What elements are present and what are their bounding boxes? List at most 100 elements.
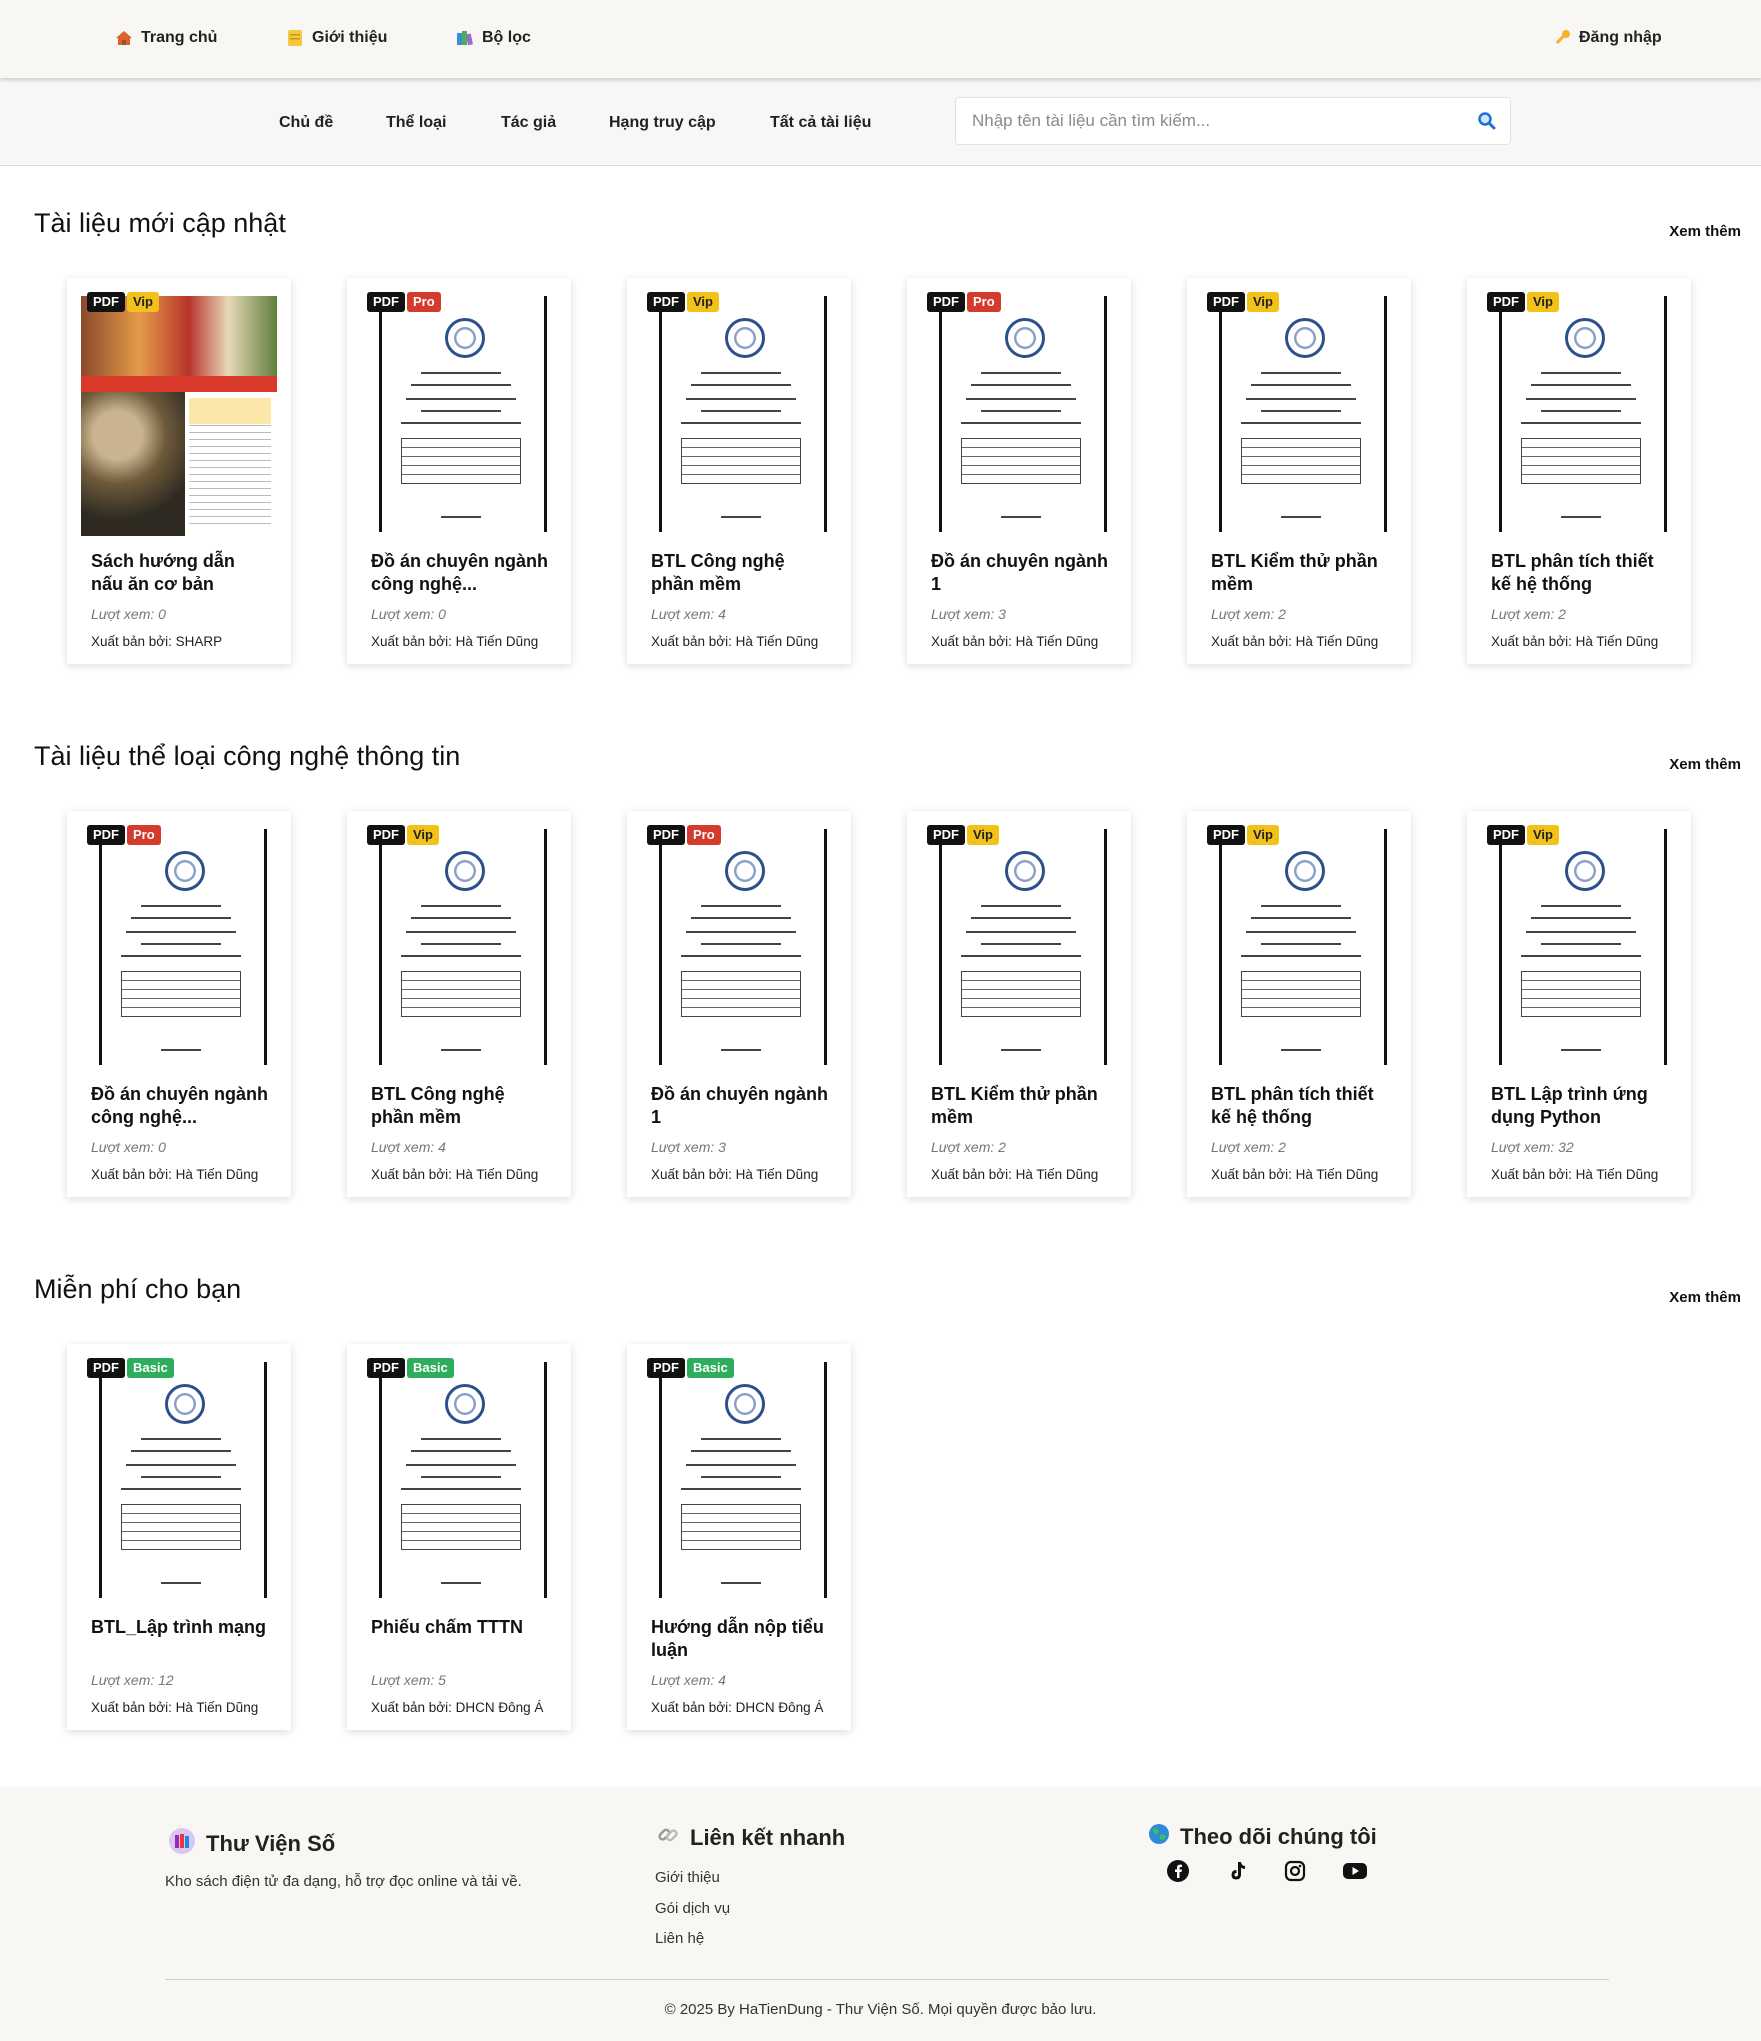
document-title[interactable]: Hướng dẫn nộp tiểu luận	[651, 1616, 831, 1662]
document-thumbnail[interactable]: PDF Vip	[641, 288, 837, 536]
footer-link-about[interactable]: Giới thiệu	[655, 1869, 720, 1886]
format-badge: PDF	[367, 292, 405, 312]
document-title[interactable]: BTL Công nghệ phần mềm	[371, 1083, 551, 1129]
document-thumbnail[interactable]: PDF Pro	[641, 821, 837, 1069]
document-title[interactable]: BTL Lập trình ứng dụng Python	[1491, 1083, 1671, 1129]
home-icon	[115, 29, 133, 47]
badge-group: PDF Vip	[87, 292, 159, 312]
document-title[interactable]: Đồ án chuyên ngành 1	[931, 550, 1111, 596]
instagram-icon[interactable]	[1283, 1859, 1307, 1883]
library-icon	[168, 1827, 196, 1861]
subnav-item-authors[interactable]: Tác giả	[501, 114, 556, 132]
cover-image	[81, 288, 277, 536]
search-icon[interactable]	[1476, 110, 1498, 132]
format-badge: PDF	[1207, 292, 1245, 312]
document-thumbnail[interactable]: PDF Pro	[361, 288, 557, 536]
tier-badge: Vip	[127, 292, 159, 312]
document-thumbnail[interactable]: PDF Vip	[361, 821, 557, 1069]
document-thumbnail[interactable]: PDF Vip	[1201, 288, 1397, 536]
document-card[interactable]: PDF Vip BTL phân tích thiết kế hệ thống Lượ…	[1467, 278, 1691, 664]
badge-group: PDF Vip	[1207, 825, 1279, 845]
youtube-icon[interactable]	[1342, 1859, 1367, 1883]
document-thumbnail[interactable]: PDF Basic	[361, 1354, 557, 1602]
document-title[interactable]: BTL Công nghệ phần mềm	[651, 550, 831, 596]
publisher: Xuất bản bởi: Hà Tiến Dũng	[1491, 634, 1659, 649]
document-thumbnail[interactable]: PDF Basic	[641, 1354, 837, 1602]
document-page-preview	[641, 288, 837, 536]
tier-badge: Vip	[407, 825, 439, 845]
search-input[interactable]	[956, 98, 1456, 144]
document-card[interactable]: PDF Pro Đồ án chuyên ngành 1 Lượt xem: 3 Xuấ…	[907, 278, 1131, 664]
document-title[interactable]: BTL phân tích thiết kế hệ thống	[1211, 1083, 1391, 1129]
document-card[interactable]: PDF Pro Đồ án chuyên ngành công nghệ... Lượ…	[347, 278, 571, 664]
subnav-item-all-documents[interactable]: Tất cả tài liệu	[770, 114, 871, 132]
document-title[interactable]: BTL_Lập trình mạng	[91, 1616, 271, 1639]
tier-badge: Vip	[1247, 292, 1279, 312]
document-card[interactable]: PDF Vip BTL Kiểm thử phần mềm Lượt xem: 2 Xu…	[1187, 278, 1411, 664]
footer-link-plans[interactable]: Gói dịch vụ	[655, 1900, 730, 1917]
document-thumbnail[interactable]: PDF Vip	[1201, 821, 1397, 1069]
tier-badge: Vip	[1247, 825, 1279, 845]
tier-badge: Pro	[407, 292, 441, 312]
view-count: Lượt xem: 12	[91, 1672, 174, 1688]
format-badge: PDF	[1207, 825, 1245, 845]
tiktok-icon[interactable]	[1225, 1859, 1249, 1883]
tier-badge: Vip	[1527, 292, 1559, 312]
document-title[interactable]: Sách hướng dẫn nấu ăn cơ bản	[91, 550, 271, 596]
document-thumbnail[interactable]: PDF Pro	[921, 288, 1117, 536]
nav-about-link[interactable]: Giới thiệu	[286, 29, 387, 47]
document-title[interactable]: Phiếu chấm TTTN	[371, 1616, 551, 1639]
subnav-item-genres[interactable]: Thể loại	[386, 114, 446, 132]
document-card[interactable]: PDF Basic BTL_Lập trình mạng Lượt xem: 12 Xu…	[67, 1344, 291, 1730]
document-title[interactable]: Đồ án chuyên ngành 1	[651, 1083, 831, 1129]
document-card[interactable]: PDF Pro Đồ án chuyên ngành 1 Lượt xem: 3 Xuấ…	[627, 811, 851, 1197]
document-page-preview	[1201, 288, 1397, 536]
document-thumbnail[interactable]: PDF Vip	[1481, 288, 1677, 536]
document-page-preview	[361, 821, 557, 1069]
see-more-link[interactable]: Xem thêm	[1669, 756, 1741, 773]
document-title[interactable]: Đồ án chuyên ngành công nghệ...	[91, 1083, 271, 1129]
document-thumbnail[interactable]: PDF Vip	[921, 821, 1117, 1069]
see-more-link[interactable]: Xem thêm	[1669, 223, 1741, 240]
nav-home-label: Trang chủ	[141, 29, 218, 46]
nav-filter-link[interactable]: Bộ lọc	[456, 29, 531, 47]
category-navbar: Chủ đề Thể loại Tác giả Hạng truy cập Tấ…	[0, 78, 1761, 166]
footer-description: Kho sách điện tử đa dạng, hỗ trợ đọc onl…	[165, 1873, 522, 1890]
publisher: Xuất bản bởi: Hà Tiến Dũng	[651, 634, 819, 649]
subnav-item-ranking[interactable]: Hạng truy cập	[609, 114, 716, 132]
document-card[interactable]: PDF Vip BTL Lập trình ứng dụng Python Lượt …	[1467, 811, 1691, 1197]
document-thumbnail[interactable]: PDF Vip	[81, 288, 277, 536]
document-card[interactable]: PDF Vip BTL Công nghệ phần mềm Lượt xem: 4 X…	[627, 278, 851, 664]
tier-badge: Pro	[967, 292, 1001, 312]
document-card[interactable]: PDF Vip Sách hướng dẫn nấu ăn cơ bản Lượt x…	[67, 278, 291, 664]
document-card[interactable]: PDF Vip BTL Kiểm thử phần mềm Lượt xem: 2 Xu…	[907, 811, 1131, 1197]
document-page-preview	[921, 288, 1117, 536]
tier-badge: Vip	[967, 825, 999, 845]
document-title[interactable]: BTL phân tích thiết kế hệ thống	[1491, 550, 1671, 596]
document-card[interactable]: PDF Vip BTL phân tích thiết kế hệ thống Lượ…	[1187, 811, 1411, 1197]
format-badge: PDF	[647, 292, 685, 312]
document-title[interactable]: Đồ án chuyên ngành công nghệ...	[371, 550, 551, 596]
document-card[interactable]: PDF Vip BTL Công nghệ phần mềm Lượt xem: 4 X…	[347, 811, 571, 1197]
document-card[interactable]: PDF Basic Hướng dẫn nộp tiểu luận Lượt xem:…	[627, 1344, 851, 1730]
facebook-icon[interactable]	[1166, 1859, 1190, 1883]
see-more-link[interactable]: Xem thêm	[1669, 1289, 1741, 1306]
document-card[interactable]: PDF Basic Phiếu chấm TTTN Lượt xem: 5 Xuất b…	[347, 1344, 571, 1730]
badge-group: PDF Vip	[927, 825, 999, 845]
publisher: Xuất bản bởi: Hà Tiến Dũng	[1211, 1167, 1379, 1182]
document-page-preview	[1481, 821, 1677, 1069]
document-title[interactable]: BTL Kiểm thử phần mềm	[1211, 550, 1391, 596]
nav-login-link[interactable]: Đăng nhập	[1553, 29, 1662, 47]
document-thumbnail[interactable]: PDF Vip	[1481, 821, 1677, 1069]
document-card[interactable]: PDF Pro Đồ án chuyên ngành công nghệ... Lượ…	[67, 811, 291, 1197]
publisher: Xuất bản bởi: Hà Tiến Dũng	[1491, 1167, 1659, 1182]
document-title[interactable]: BTL Kiểm thử phần mềm	[931, 1083, 1111, 1129]
document-thumbnail[interactable]: PDF Pro	[81, 821, 277, 1069]
document-thumbnail[interactable]: PDF Basic	[81, 1354, 277, 1602]
footer-link-contact[interactable]: Liên hệ	[655, 1930, 704, 1947]
nav-home-link[interactable]: Trang chủ	[115, 29, 217, 47]
subnav-item-topics[interactable]: Chủ đề	[279, 114, 333, 132]
view-count: Lượt xem: 32	[1491, 1139, 1574, 1155]
link-icon	[656, 1823, 680, 1853]
publisher: Xuất bản bởi: Hà Tiến Dũng	[371, 634, 539, 649]
